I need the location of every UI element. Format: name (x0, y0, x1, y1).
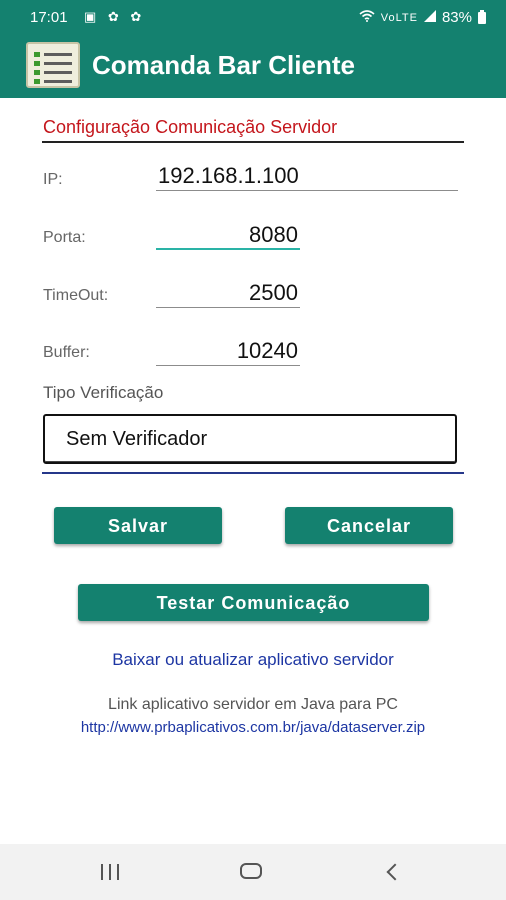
tipo-verificacao-label: Tipo Verificação (43, 383, 164, 402)
navigation-bar (0, 844, 506, 900)
battery-percent: 83% (441, 9, 472, 26)
network-label: VoLTE (380, 11, 418, 24)
app-bar: Comanda Bar Cliente (0, 34, 506, 98)
status-time: 17:01 (30, 9, 68, 26)
section-title: Configuração Comunicação Servidor (43, 117, 338, 137)
section-divider (42, 141, 464, 143)
buffer-input[interactable]: 10240 (156, 338, 300, 366)
ip-label: IP: (43, 171, 63, 188)
server-url-link[interactable]: http://www.prbaplicativos.com.br/java/da… (40, 718, 466, 737)
salvar-button[interactable]: Salvar (54, 507, 222, 544)
porta-label: Porta: (43, 229, 86, 246)
timeout-label: TimeOut: (43, 287, 109, 304)
signal-icon (423, 9, 436, 26)
app-title: Comanda Bar Cliente (92, 50, 355, 80)
notification-icons: ▣ ✿ ✿ (84, 9, 146, 24)
select-divider (42, 472, 464, 474)
timeout-input[interactable]: 2500 (156, 280, 300, 308)
porta-input[interactable]: 8080 (156, 222, 300, 250)
checklist-app-icon (26, 42, 80, 88)
ip-input[interactable]: 192.168.1.100 (156, 163, 458, 191)
battery-icon (478, 9, 486, 24)
status-bar: 17:01 ▣ ✿ ✿ VoLTE 83% (0, 0, 506, 34)
home-icon[interactable] (240, 863, 262, 879)
wifi-icon (359, 9, 375, 26)
buffer-label: Buffer: (43, 344, 90, 361)
tipo-verificacao-select[interactable]: Sem Verificador (43, 414, 457, 464)
download-server-link[interactable]: Baixar ou atualizar aplicativo servidor (0, 650, 506, 670)
recent-apps-icon[interactable] (99, 864, 121, 880)
testar-comunicacao-button[interactable]: Testar Comunicação (78, 584, 429, 621)
back-icon[interactable] (386, 862, 398, 882)
status-right: VoLTE 83% (359, 9, 486, 26)
cancelar-button[interactable]: Cancelar (285, 507, 453, 544)
server-info-text: Link aplicativo servidor em Java para PC (108, 696, 398, 713)
